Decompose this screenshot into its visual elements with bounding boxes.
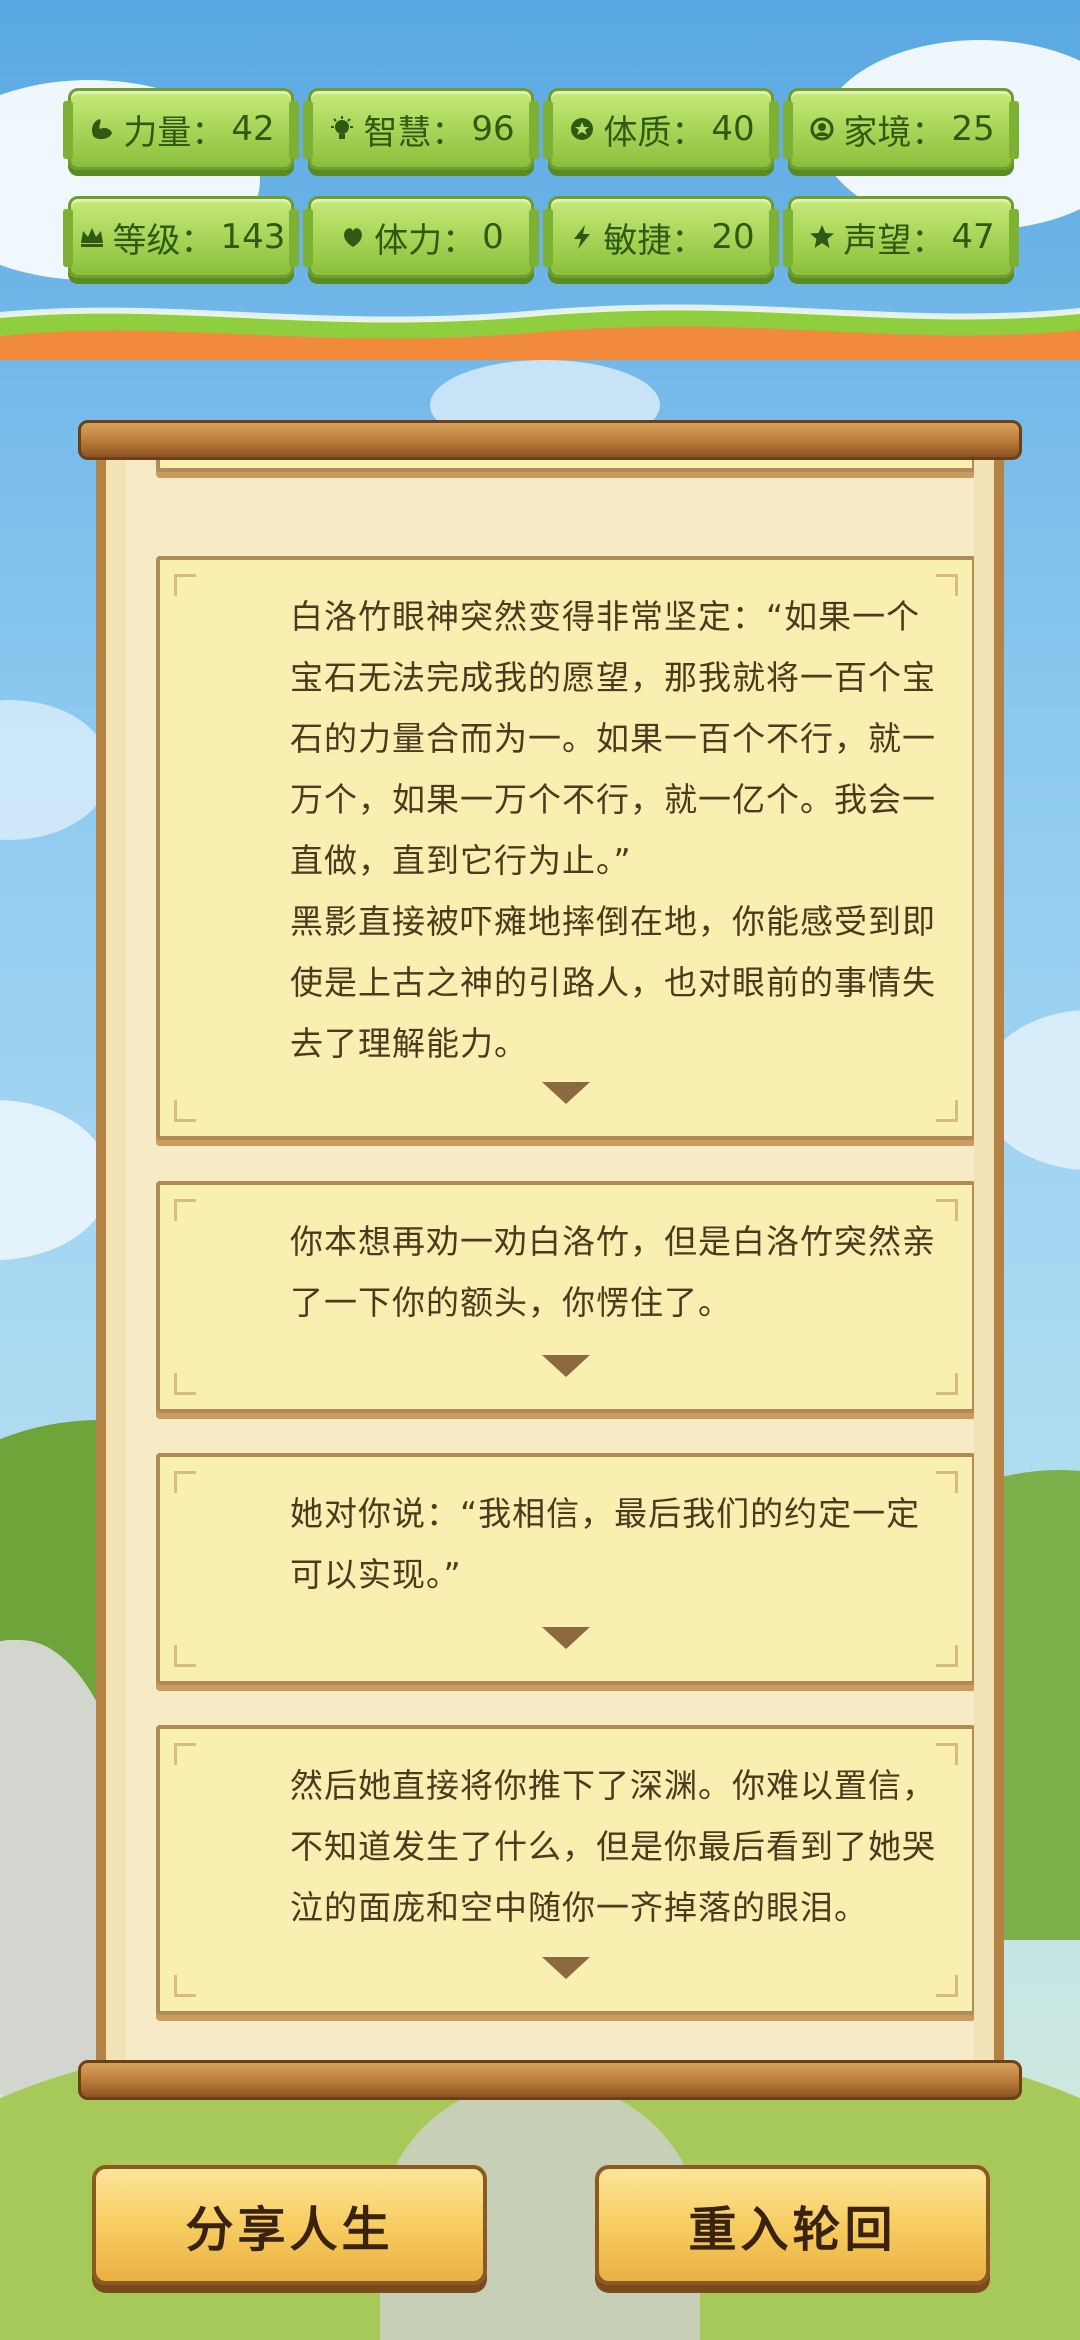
continue-arrow-icon bbox=[542, 1355, 590, 1377]
card-corner-ornament bbox=[174, 1645, 196, 1667]
card-corner-ornament bbox=[174, 1373, 196, 1395]
event-card: 她对你说：“我相信，最后我们的约定一定可以实现。” bbox=[156, 1453, 974, 1685]
stat-label: 力量： bbox=[123, 112, 226, 153]
card-corner-ornament bbox=[174, 1743, 196, 1765]
stat-label: 智慧： bbox=[363, 112, 466, 153]
card-corner-ornament bbox=[174, 574, 196, 596]
card-corner-ornament bbox=[174, 1471, 196, 1493]
stat-value: 40 bbox=[711, 109, 755, 149]
stat-value: 143 bbox=[220, 217, 286, 257]
header-wave-divider bbox=[0, 304, 1080, 360]
stat-strength: 力量： 42 bbox=[63, 88, 299, 170]
card-corner-ornament bbox=[936, 1645, 958, 1667]
restart-cycle-button[interactable]: 重入轮回 bbox=[595, 2165, 990, 2285]
stat-value: 25 bbox=[951, 109, 995, 149]
event-text: 她对你说：“我相信，最后我们的约定一定可以实现。” bbox=[290, 1494, 921, 1594]
stamina-icon bbox=[338, 222, 368, 252]
lightning-icon bbox=[567, 222, 597, 252]
scroll-rod-bottom bbox=[78, 2060, 1022, 2100]
card-corner-ornament bbox=[174, 1975, 196, 1997]
card-corner-ornament bbox=[174, 1100, 196, 1122]
stat-value: 42 bbox=[231, 109, 275, 149]
stat-constitution: 体质： 40 bbox=[543, 88, 779, 170]
stat-value: 96 bbox=[471, 109, 515, 149]
star-icon bbox=[807, 222, 837, 252]
stat-reputation: 声望： 47 bbox=[783, 196, 1019, 278]
event-card: 你本想再劝一劝白洛竹，但是白洛竹突然亲了一下你的额头，你愣住了。 bbox=[156, 1181, 974, 1413]
stat-wisdom: 智慧： 96 bbox=[303, 88, 539, 170]
event-scroll: 白洛竹眼神突然变得非常坚定：“如果一个宝石无法完成我的愿望，那我就将一百个宝石的… bbox=[78, 420, 1022, 2120]
stat-stamina: 体力： 0 bbox=[303, 196, 539, 278]
stat-label: 体力： bbox=[374, 220, 477, 261]
stats-header: 力量： 42 智慧： 96 体质： 40 家境： 25 等级： 143 体力： … bbox=[0, 0, 1080, 360]
card-corner-ornament bbox=[936, 1975, 958, 1997]
stat-agility: 敏捷： 20 bbox=[543, 196, 779, 278]
stat-value: 47 bbox=[951, 217, 995, 257]
family-icon bbox=[807, 114, 837, 144]
event-card: 白洛竹眼神突然变得非常坚定：“如果一个宝石无法完成我的愿望，那我就将一百个宝石的… bbox=[156, 556, 974, 1140]
scroll-rod-top bbox=[78, 420, 1022, 460]
scroll-paper: 白洛竹眼神突然变得非常坚定：“如果一个宝石无法完成我的愿望，那我就将一百个宝石的… bbox=[96, 446, 1004, 2068]
stat-value: 20 bbox=[711, 217, 755, 257]
continue-arrow-icon bbox=[542, 1627, 590, 1649]
stats-grid: 力量： 42 智慧： 96 体质： 40 家境： 25 等级： 143 体力： … bbox=[63, 88, 1019, 278]
bulb-icon bbox=[327, 114, 357, 144]
event-text: 你本想再劝一劝白洛竹，但是白洛竹突然亲了一下你的额头，你愣住了。 bbox=[290, 1222, 936, 1322]
stat-label: 等级： bbox=[112, 220, 215, 261]
stat-label: 敏捷： bbox=[603, 220, 706, 261]
card-corner-ornament bbox=[936, 1373, 958, 1395]
continue-arrow-icon bbox=[542, 1957, 590, 1979]
strength-icon bbox=[87, 114, 117, 144]
event-card: 然后她直接将你推下了深渊。你难以置信，不知道发生了什么，但是你最后看到了她哭泣的… bbox=[156, 1725, 974, 2015]
card-corner-ornament bbox=[936, 1100, 958, 1122]
stat-family: 家境： 25 bbox=[783, 88, 1019, 170]
event-text: 然后她直接将你推下了深渊。你难以置信，不知道发生了什么，但是你最后看到了她哭泣的… bbox=[290, 1766, 936, 1927]
stat-label: 声望： bbox=[843, 220, 946, 261]
stat-label: 体质： bbox=[603, 112, 706, 153]
event-text: 白洛竹眼神突然变得非常坚定：“如果一个宝石无法完成我的愿望，那我就将一百个宝石的… bbox=[290, 597, 936, 1063]
constitution-icon bbox=[567, 114, 597, 144]
continue-arrow-icon bbox=[542, 1082, 590, 1104]
crown-icon bbox=[77, 222, 107, 252]
event-log[interactable]: 白洛竹眼神突然变得非常坚定：“如果一个宝石无法完成我的愿望，那我就将一百个宝石的… bbox=[126, 446, 974, 2068]
stat-level: 等级： 143 bbox=[63, 196, 299, 278]
stat-value: 0 bbox=[482, 217, 504, 257]
stat-label: 家境： bbox=[843, 112, 946, 153]
share-life-button[interactable]: 分享人生 bbox=[92, 2165, 487, 2285]
card-corner-ornament bbox=[174, 1199, 196, 1221]
